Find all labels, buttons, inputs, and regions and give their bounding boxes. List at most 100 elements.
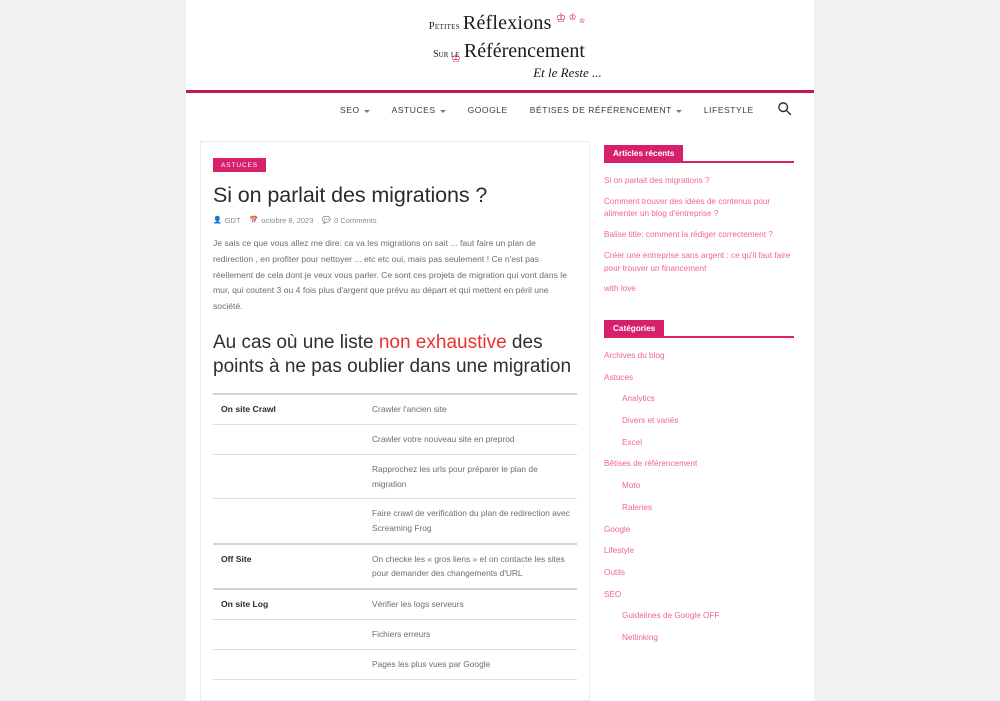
list-item[interactable]: Analytics xyxy=(604,393,794,406)
article-card: ASTUCES Si on parlait des migrations ? 👤… xyxy=(200,141,590,701)
nav-item-lifestyle[interactable]: LIFESTYLE xyxy=(693,105,765,115)
list-item[interactable]: Raleries xyxy=(604,502,794,515)
table-cell-value: Rapprochez les urls pour préparer le pla… xyxy=(362,453,577,500)
table-row: Pages les plus vues par Google xyxy=(213,648,577,680)
table-cell-label xyxy=(213,648,362,680)
nav-item-astuces[interactable]: ASTUCES xyxy=(381,105,457,115)
site-header: Petites Réflexions ♔ ♔ ♔ Sur le Référenceme… xyxy=(186,0,814,90)
nav-item-label: SEO xyxy=(340,105,360,115)
nav-item-label: GOOGLE xyxy=(467,105,508,115)
nav-item-google[interactable]: GOOGLE xyxy=(457,105,519,115)
user-icon: 👤 xyxy=(213,217,222,225)
table-row: Faire crawl de verification du plan de r… xyxy=(213,498,577,545)
nav-item-label: LIFESTYLE xyxy=(703,105,754,115)
butterfly-icon: ♔ xyxy=(451,53,461,65)
post-date-label: octobre 8, 2023 xyxy=(261,216,314,226)
table-cell-label xyxy=(213,619,362,650)
list-item[interactable]: Astuces xyxy=(604,372,794,385)
post-intro-paragraph: Je sais ce que vous allez me dire: ca va… xyxy=(213,238,567,311)
nav-item-seo[interactable]: SEO xyxy=(329,105,381,115)
categories-list: Archives du blog Astuces Analytics Diver… xyxy=(604,350,794,645)
butterfly-icon: ♔ xyxy=(555,11,567,25)
list-item[interactable]: Si on parlait des migrations ? xyxy=(604,175,794,188)
nav-items: SEO ASTUCES GOOGLE BÉTISES DE RÉFÉRENCEM… xyxy=(329,105,765,115)
list-item[interactable]: Netlinking xyxy=(604,632,794,645)
table-cell-value: Pages les plus vues par Google xyxy=(362,648,577,680)
table-row: Fichiers erreurs xyxy=(213,619,577,650)
recent-posts-list: Si on parlait des migrations ? Comment t… xyxy=(604,175,794,296)
list-item[interactable]: Excel xyxy=(604,437,794,450)
logo-reflexions: Réflexions xyxy=(462,12,552,34)
list-item[interactable]: Guidelines de Google OFF xyxy=(604,610,794,623)
table-cell-label: On site Crawl xyxy=(213,393,362,426)
table-row: On site Log Vérifier les logs serveurs xyxy=(213,588,577,621)
widget-header: Articles récents xyxy=(604,143,794,163)
widget-header: Catégories xyxy=(604,318,794,338)
table-cell-value: Crawler l'ancien site xyxy=(362,393,577,426)
nav-item-label: BÉTISES DE RÉFÉRENCEMENT xyxy=(529,105,672,115)
list-item[interactable]: Archives du blog xyxy=(604,350,794,363)
list-item[interactable]: Bêtises de référencement xyxy=(604,458,794,471)
table-cell-value: On checke les « gros liens » et on conta… xyxy=(362,542,577,590)
post-date: 📅 octobre 8, 2023 xyxy=(250,216,314,225)
table-cell-value: Vérifier les logs serveurs xyxy=(362,588,577,621)
logo-line-2: Sur le Référencement xyxy=(186,40,814,63)
post-author: 👤 GDT xyxy=(213,216,241,225)
list-item[interactable]: Balise title: comment la rédiger correct… xyxy=(604,229,794,242)
table-row: Off Site On checke les « gros liens » et… xyxy=(213,542,577,590)
chevron-down-icon xyxy=(439,109,446,113)
list-item[interactable]: Divers et variés xyxy=(604,415,794,428)
nav-item-label: ASTUCES xyxy=(391,105,436,115)
list-item[interactable]: Google xyxy=(604,524,794,537)
table-row: Rapprochez les urls pour préparer le pla… xyxy=(213,453,577,500)
heading-part-1: Au cas où une liste xyxy=(213,331,379,353)
table-cell-value: Fichiers erreurs xyxy=(362,619,577,650)
post-comments[interactable]: 💬 0 Comments xyxy=(322,216,376,225)
list-item[interactable]: Comment trouver des idées de contenus po… xyxy=(604,196,794,221)
butterfly-icon: ♔ xyxy=(568,12,577,22)
widget-categories: Catégories Archives du blog Astuces Anal… xyxy=(604,318,794,645)
logo-petites: Petites xyxy=(428,21,460,32)
table-cell-label xyxy=(213,498,362,545)
table-cell-label xyxy=(213,453,362,500)
post-comments-label: 0 Comments xyxy=(334,216,377,226)
list-item[interactable]: Outils xyxy=(604,567,794,580)
widget-recent-posts: Articles récents Si on parlait des migra… xyxy=(604,143,794,296)
table-cell-value: Crawler votre nouveau site en preprod xyxy=(362,424,577,455)
post-section-heading: Au cas où une liste non exhaustive des p… xyxy=(213,331,577,380)
chevron-down-icon xyxy=(675,109,682,113)
main-navigation: SEO ASTUCES GOOGLE BÉTISES DE RÉFÉRENCEM… xyxy=(186,93,814,127)
widget-title: Articles récents xyxy=(604,145,684,162)
table-cell-label: On site Log xyxy=(213,588,362,621)
list-item[interactable]: SEO xyxy=(604,589,794,602)
post-meta: 👤 GDT 📅 octobre 8, 2023 💬 0 Comments xyxy=(213,216,577,225)
table-row: On site Crawl Crawler l'ancien site xyxy=(213,393,577,426)
calendar-icon: 📅 xyxy=(249,217,259,225)
search-icon xyxy=(778,102,792,116)
nav-item-betises-de-referencement[interactable]: BÉTISES DE RÉFÉRENCEMENT xyxy=(519,105,693,115)
list-item[interactable]: Créer une entreprise sans argent : ce qu… xyxy=(604,250,794,275)
list-item[interactable]: Moto xyxy=(604,480,794,493)
comment-icon: 💬 xyxy=(322,217,332,225)
logo-line-1: Petites Réflexions ♔ ♔ ♔ xyxy=(186,12,814,35)
widget-title: Catégories xyxy=(604,319,665,337)
heading-highlight: non exhaustive xyxy=(378,331,507,353)
page-container: Petites Réflexions ♔ ♔ ♔ Sur le Référenceme… xyxy=(186,0,814,701)
site-logo[interactable]: Petites Réflexions ♔ ♔ ♔ Sur le Référenceme… xyxy=(186,12,814,81)
table-cell-label: Off Site xyxy=(213,542,362,590)
page-title: Si on parlait des migrations ? xyxy=(213,183,488,207)
search-button[interactable] xyxy=(777,101,792,116)
butterfly-icon: ♔ xyxy=(578,17,586,25)
list-item[interactable]: with love xyxy=(604,283,794,296)
post-author-label: GDT xyxy=(224,216,241,226)
sidebar: Articles récents Si on parlait des migra… xyxy=(604,141,794,667)
table-cell-label xyxy=(213,424,362,455)
chevron-down-icon xyxy=(363,109,370,113)
logo-tagline: Et le Reste ... xyxy=(533,65,602,80)
table-row: Crawler votre nouveau site en preprod xyxy=(213,424,577,455)
post-category-badge[interactable]: ASTUCES xyxy=(213,158,267,172)
list-item[interactable]: Lifestyle xyxy=(604,545,794,558)
table-cell-value: Faire crawl de verification du plan de r… xyxy=(362,498,577,545)
content-area: ASTUCES Si on parlait des migrations ? 👤… xyxy=(186,127,814,701)
migration-checklist-table: On site Crawl Crawler l'ancien site Craw… xyxy=(213,393,577,680)
